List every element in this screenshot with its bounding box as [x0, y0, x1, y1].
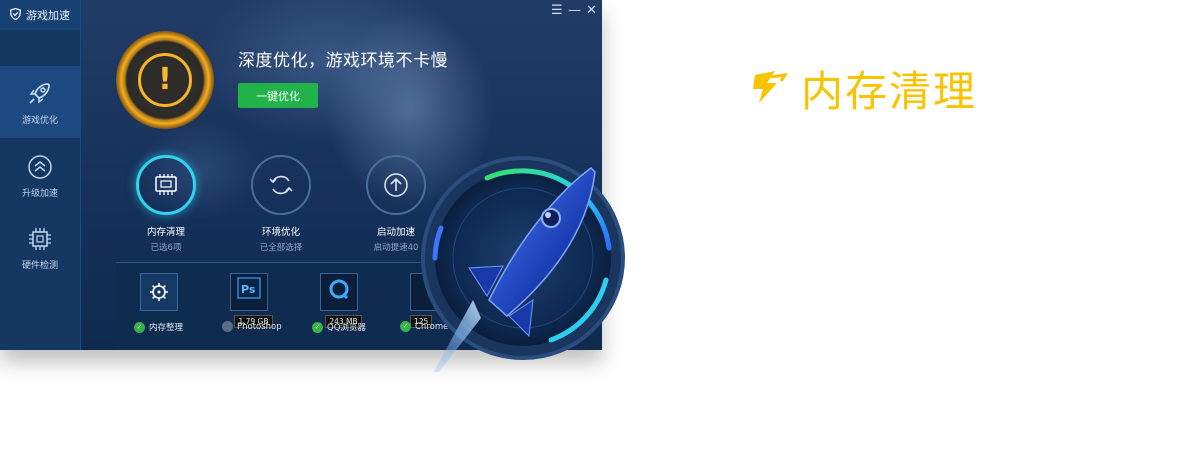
process-name: Photoshop	[237, 321, 282, 332]
lightning-logo-icon	[745, 65, 789, 113]
feature-status: 已选6项	[150, 243, 182, 253]
feature-name: 环境优化	[261, 227, 300, 238]
unchecked-icon[interactable]	[222, 321, 233, 332]
sidebar-item-label: 升级加速	[21, 188, 58, 199]
checked-icon[interactable]: ✓	[312, 321, 323, 333]
minimize-button[interactable]: —	[568, 4, 581, 18]
refresh-icon	[251, 155, 311, 215]
feature-memory-clean[interactable]: 内存清理 已选6项	[121, 155, 211, 253]
rocket-emblem-illustration	[411, 150, 633, 395]
sidebar-item-game-optimize[interactable]: 游戏优化	[0, 66, 80, 138]
feature-name: 内存清理	[146, 227, 185, 238]
process-name: 内存整理	[149, 323, 184, 333]
chip-icon	[27, 226, 53, 252]
close-button[interactable]: ✕	[586, 4, 597, 18]
app-brand: 游戏加速	[0, 0, 80, 30]
sidebar-item-upgrade-boost[interactable]: 升级加速	[0, 140, 80, 212]
feature-status: 已全部选择	[259, 243, 303, 253]
checked-icon[interactable]: ✓	[134, 321, 145, 333]
one-click-optimize-button[interactable]: 一键优化	[238, 83, 318, 108]
warning-ring: !	[116, 31, 214, 129]
app-title: 游戏加速	[26, 9, 70, 22]
feature-heading: 内存清理	[745, 58, 977, 119]
gear-icon	[140, 273, 178, 311]
qq-browser-icon	[320, 273, 358, 311]
sidebar-item-label: 游戏优化	[21, 115, 58, 126]
checked-icon[interactable]: ✓	[400, 321, 411, 332]
upgrade-chevron-icon	[27, 154, 53, 180]
menu-button[interactable]: ☰	[551, 4, 563, 18]
photoshop-icon: Ps	[230, 273, 268, 311]
sidebar: 游戏加速 游戏优化 升级加速 硬件检测	[0, 0, 81, 350]
sidebar-item-hardware-check[interactable]: 硬件检测	[0, 212, 80, 284]
sidebar-item-label: 硬件检测	[21, 260, 58, 271]
feature-environment-optimize[interactable]: 环境优化 已全部选择	[236, 155, 326, 253]
process-name: QQ浏览器	[327, 323, 366, 333]
heading-title: 内存清理	[801, 67, 978, 116]
shield-logo-icon	[9, 7, 22, 23]
rocket-icon	[26, 79, 54, 107]
warning-icon: !	[138, 53, 192, 107]
hero-title: 深度优化，游戏环境不卡慢	[238, 51, 448, 71]
svg-text:Ps: Ps	[241, 283, 256, 296]
warning-mark: !	[158, 62, 172, 97]
memory-icon	[136, 155, 196, 215]
